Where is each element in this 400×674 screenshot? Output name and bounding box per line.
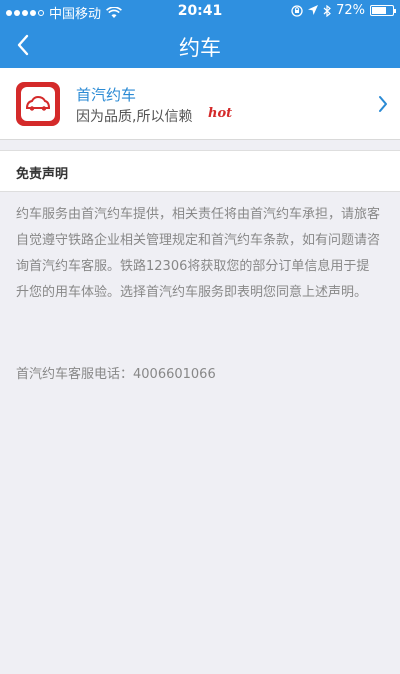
car-logo-inner xyxy=(21,87,55,121)
service-name[interactable]: 首汽约车 xyxy=(76,84,136,105)
bluetooth-icon xyxy=(323,4,332,17)
screen: 中国移动 20:41 72% 约车 首汽约车 因为品质,所以信赖 hot 免责声… xyxy=(0,0,400,674)
hot-badge: hot xyxy=(208,106,233,121)
service-phone: 首汽约车客服电话：4006601066 xyxy=(16,367,216,382)
car-logo-icon xyxy=(16,82,60,126)
battery-percent: 72% xyxy=(336,3,365,18)
disclaimer-header: 免责声明 xyxy=(0,150,400,192)
nav-bar: 约车 xyxy=(0,22,400,68)
car-icon xyxy=(25,96,51,111)
disclaimer-title: 免责声明 xyxy=(16,167,69,182)
top-bar: 中国移动 20:41 72% 约车 xyxy=(0,0,400,68)
battery-icon xyxy=(370,5,396,16)
page-title: 约车 xyxy=(179,36,221,60)
chevron-right-icon[interactable] xyxy=(376,94,390,114)
service-slogan: 因为品质,所以信赖 xyxy=(76,109,193,125)
status-right: 72% xyxy=(291,3,396,18)
battery-fill xyxy=(372,7,386,14)
status-bar: 中国移动 20:41 72% xyxy=(0,0,400,22)
rotation-lock-icon xyxy=(291,4,303,17)
location-icon xyxy=(308,5,319,15)
service-card[interactable]: 首汽约车 因为品质,所以信赖 hot xyxy=(0,68,400,140)
disclaimer-body: 约车服务由首汽约车提供，相关责任将由首汽约车承担，请旅客自觉遵守铁路企业相关管理… xyxy=(16,207,381,300)
